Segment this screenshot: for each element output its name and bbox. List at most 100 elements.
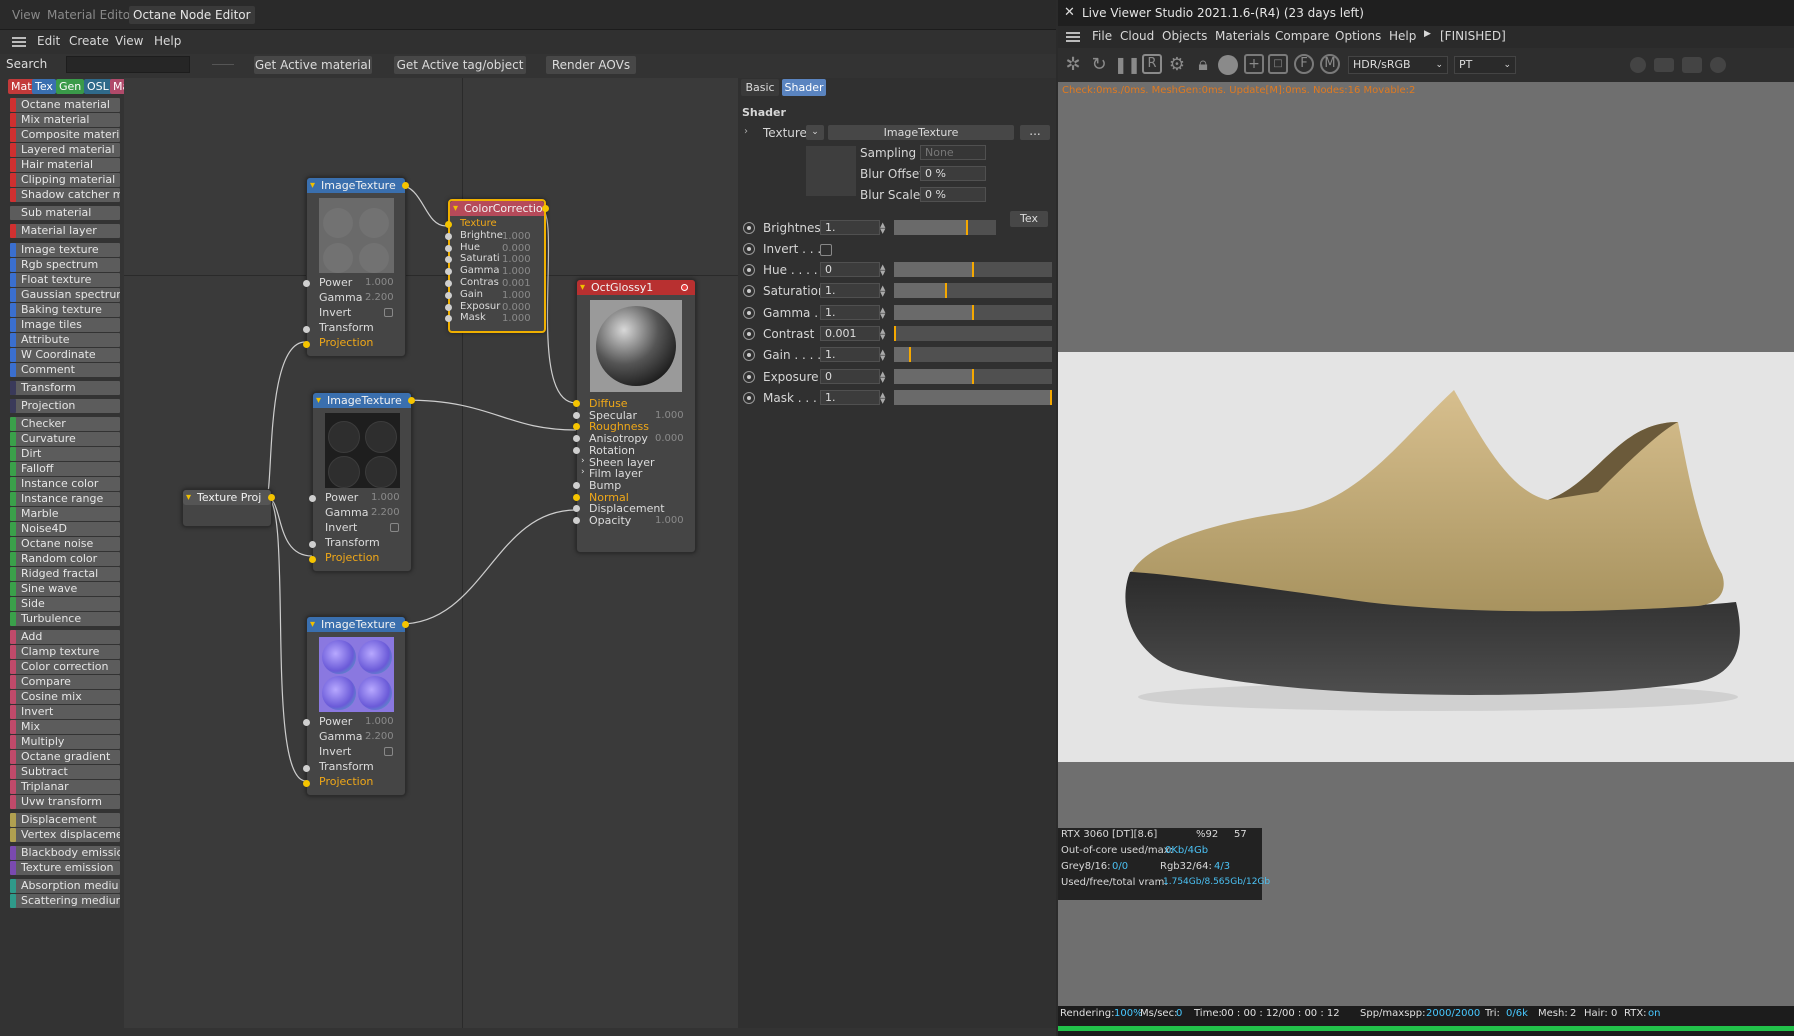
library-item[interactable]: Instance range <box>10 492 120 506</box>
library-item[interactable]: Side <box>10 597 120 611</box>
spinner-arrows-icon[interactable]: ▲ ▼ <box>880 349 886 362</box>
library-item[interactable]: Comment <box>10 363 120 377</box>
output-pin[interactable] <box>402 182 409 189</box>
library-item[interactable]: Random color <box>10 552 120 566</box>
menu-help[interactable]: Help <box>154 34 181 48</box>
menu-compare[interactable]: Compare <box>1275 29 1329 43</box>
library-item[interactable]: Baking texture <box>10 303 120 317</box>
library-item[interactable]: Octane gradient <box>10 750 120 764</box>
library-item[interactable]: Attribute <box>10 333 120 347</box>
power-pin[interactable] <box>309 495 316 502</box>
menu-view[interactable]: View <box>115 34 143 48</box>
library-item[interactable]: Mix material <box>10 113 120 127</box>
param-radio[interactable] <box>743 222 755 234</box>
input-pin[interactable] <box>445 256 452 264</box>
projection-pin[interactable] <box>303 780 310 787</box>
tab-material-editor[interactable]: Material Editor <box>43 6 139 24</box>
input-pin[interactable] <box>445 280 452 287</box>
library-item[interactable]: Subtract <box>10 765 120 779</box>
colorspace-select[interactable]: HDR/sRGB ⌄ <box>1348 56 1448 74</box>
material-ball-icon[interactable] <box>1218 55 1238 75</box>
sampling-select[interactable]: None <box>920 145 986 160</box>
param-radio[interactable] <box>743 285 755 297</box>
tex-button[interactable]: Tex <box>1010 211 1048 227</box>
param-slider[interactable] <box>894 305 1052 320</box>
transform-pin[interactable] <box>303 326 310 333</box>
menu-options[interactable]: Options <box>1335 29 1381 43</box>
node-header[interactable]: ColorCorrectio <box>450 201 544 216</box>
library-item[interactable]: Triplanar <box>10 780 120 794</box>
library-item[interactable]: Color correction <box>10 660 120 674</box>
input-pin[interactable] <box>445 291 452 299</box>
input-pin[interactable] <box>573 517 580 524</box>
input-pin[interactable] <box>445 232 452 240</box>
get-active-tag-object-button[interactable]: Get Active tag/object <box>394 56 526 74</box>
input-pin[interactable] <box>445 303 452 311</box>
image-texture-node-2[interactable]: ImageTexture Power 1.000 Gamma 2.200 Inv… <box>309 392 415 572</box>
output-pin[interactable] <box>542 205 549 212</box>
invert-checkbox[interactable] <box>820 244 832 256</box>
library-item[interactable]: W Coordinate <box>10 348 120 362</box>
param-radio[interactable] <box>743 392 755 404</box>
library-item[interactable]: Blackbody emissic <box>10 846 120 860</box>
param-value-field[interactable]: 1. <box>820 390 880 405</box>
param-slider-marker[interactable] <box>972 262 974 277</box>
menu-objects[interactable]: Objects <box>1162 29 1207 43</box>
param-radio[interactable] <box>743 264 755 276</box>
param-radio[interactable] <box>743 371 755 383</box>
menu-edit[interactable]: Edit <box>37 34 60 48</box>
param-slider[interactable] <box>894 347 1052 362</box>
library-item[interactable]: Float texture <box>10 273 120 287</box>
node-header[interactable]: ImageTexture <box>307 178 405 193</box>
menu-cloud[interactable]: Cloud <box>1120 29 1154 43</box>
render-viewport[interactable]: Check:0ms./0ms. MeshGen:0ms. Update[M]:0… <box>1058 82 1794 1012</box>
chevron-down-icon[interactable]: ⌄ <box>806 125 824 140</box>
param-value-field[interactable]: 0 <box>820 262 880 277</box>
restart-render-icon[interactable]: ↻ <box>1088 54 1110 76</box>
focus-picker-icon[interactable]: F <box>1294 54 1314 74</box>
output-pin[interactable] <box>268 494 275 501</box>
image-texture-node-3[interactable]: ImageTexture Power 1.000 Gamma 2.200 Inv… <box>303 616 409 796</box>
texture-value-button[interactable]: ImageTexture <box>828 125 1014 140</box>
spinner-arrows-icon[interactable]: ▲ ▼ <box>880 264 886 277</box>
close-icon[interactable]: ✕ <box>1064 5 1075 20</box>
power-pin[interactable] <box>303 719 310 726</box>
expand-chevron-icon[interactable]: › <box>744 126 748 137</box>
library-item[interactable]: Transform <box>10 381 120 395</box>
menu-create[interactable]: Create <box>69 34 109 48</box>
param-slider[interactable] <box>894 220 996 235</box>
library-item[interactable]: Layered material <box>10 143 120 157</box>
library-item[interactable]: Instance color <box>10 477 120 491</box>
transform-pin[interactable] <box>309 541 316 548</box>
library-item[interactable]: Gaussian spectrun <box>10 288 120 302</box>
library-item[interactable]: Noise4D <box>10 522 120 536</box>
hamburger-menu-icon[interactable] <box>12 37 26 47</box>
library-item[interactable]: Checker <box>10 417 120 431</box>
input-pin[interactable] <box>573 400 580 407</box>
input-pin[interactable] <box>573 505 580 513</box>
param-slider-marker[interactable] <box>972 369 974 384</box>
send-scene-icon[interactable]: ✲ <box>1062 54 1084 76</box>
param-slider-marker[interactable] <box>972 305 974 320</box>
library-item[interactable]: Marble <box>10 507 120 521</box>
param-slider-marker[interactable] <box>1050 390 1052 405</box>
node-canvas[interactable]: ImageTexture Power 1.000 Gamma 2.200 Inv… <box>124 78 738 1028</box>
library-item[interactable]: Sine wave <box>10 582 120 596</box>
library-item[interactable]: Multiply <box>10 735 120 749</box>
library-item[interactable]: Invert <box>10 705 120 719</box>
tab-basic[interactable]: Basic <box>741 79 779 96</box>
expand-chevron-icon[interactable]: › <box>581 456 585 466</box>
param-slider[interactable] <box>894 326 1052 341</box>
region-render-icon[interactable]: R <box>1142 54 1162 74</box>
param-value-field[interactable]: 0 <box>820 369 880 384</box>
param-slider[interactable] <box>894 262 1052 277</box>
library-item[interactable]: Dirt <box>10 447 120 461</box>
input-pin[interactable] <box>573 493 580 501</box>
library-item[interactable]: Turbulence <box>10 612 120 626</box>
library-item[interactable]: Cosine mix <box>10 690 120 704</box>
image-texture-node-1[interactable]: ImageTexture Power 1.000 Gamma 2.200 Inv… <box>303 177 409 357</box>
category-tab-osl[interactable]: OSL <box>84 79 112 94</box>
param-slider-marker[interactable] <box>966 220 968 235</box>
library-item[interactable]: Clipping material <box>10 173 120 187</box>
invert-checkbox[interactable] <box>390 523 399 532</box>
